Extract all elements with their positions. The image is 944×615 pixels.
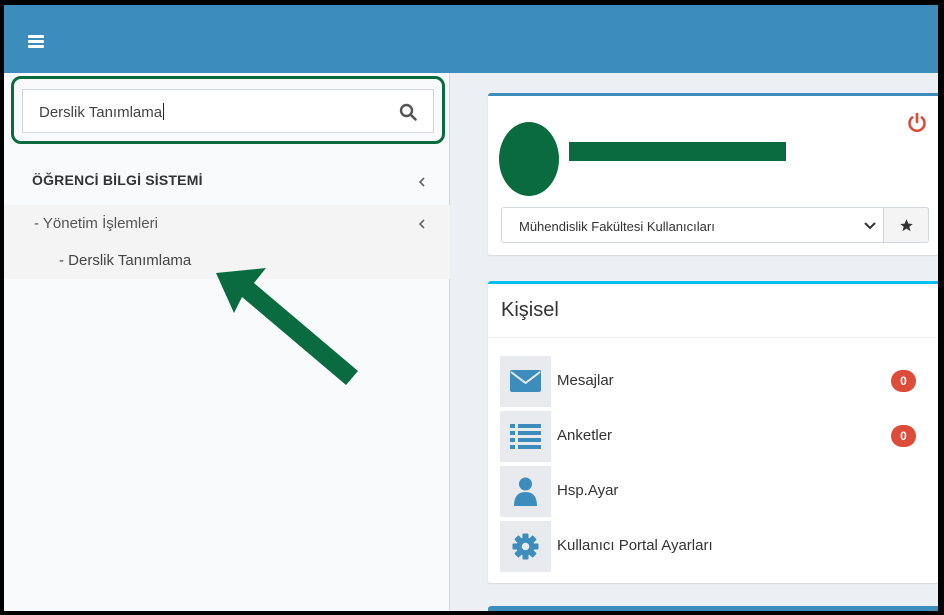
- star-icon: [900, 219, 913, 232]
- chevron-left-icon: [416, 176, 428, 188]
- chevron-down-icon: [864, 222, 876, 230]
- favorite-star-button[interactable]: [883, 207, 929, 243]
- card-divider: [488, 337, 938, 338]
- main-content: Mühendislik Fakültesi Kullanıcıları Kişi…: [450, 73, 938, 611]
- avatar: [499, 122, 559, 196]
- pending-count-badge: 0: [891, 425, 916, 447]
- app-window: Derslik Tanımlama ÖĞRENCİ BİLGİ SİSTEMİ …: [4, 5, 938, 611]
- list-item-label: Kullanıcı Portal Ayarları: [557, 537, 713, 554]
- profile-card: Mühendislik Fakültesi Kullanıcıları: [488, 93, 938, 255]
- pointer-arrow-annotation: [216, 268, 358, 385]
- power-logout-icon[interactable]: [906, 112, 928, 134]
- user-icon: [514, 477, 537, 506]
- list-item-label: Hsp.Ayar: [557, 482, 619, 499]
- personal-card: Kişisel Mesajlar 0 Anketler 0 Hsp.Ayar K…: [488, 281, 938, 583]
- list-item-label: Mesajlar: [557, 372, 614, 389]
- list-item-mesajlar[interactable]: Mesajlar 0: [500, 356, 938, 408]
- sidebar-header-label: ÖĞRENCİ BİLGİ SİSTEMİ: [32, 172, 203, 188]
- chevron-left-icon: [416, 218, 428, 230]
- sidebar-item-ogrenci-bilgi-sistemi[interactable]: ÖĞRENCİ BİLGİ SİSTEMİ: [4, 161, 450, 201]
- gear-icon: [512, 533, 539, 560]
- role-select-value: Mühendislik Fakültesi Kullanıcıları: [519, 219, 715, 234]
- list-item-hsp-ayar[interactable]: Hsp.Ayar: [500, 466, 938, 518]
- redacted-user-name: [569, 142, 786, 161]
- search-input-value: Derslik Tanımlama: [39, 104, 163, 121]
- unread-count-badge: 0: [891, 370, 916, 392]
- list-icon: [510, 424, 541, 449]
- top-navbar: [4, 5, 938, 73]
- next-card-edge: [488, 606, 938, 611]
- role-select[interactable]: Mühendislik Fakültesi Kullanıcıları: [501, 207, 884, 243]
- list-item-kullanici-portal-ayarlari[interactable]: Kullanıcı Portal Ayarları: [500, 521, 938, 573]
- search-highlight-annotation: Derslik Tanımlama: [11, 76, 445, 144]
- list-item-label: Anketler: [557, 427, 613, 444]
- sidebar-item-derslik-tanimlama[interactable]: - Derslik Tanımlama: [59, 252, 191, 269]
- list-item-anketler[interactable]: Anketler 0: [500, 411, 938, 463]
- sidebar-item-yonetim-islemleri[interactable]: - Yönetim İşlemleri: [34, 215, 158, 232]
- envelope-icon: [510, 370, 541, 392]
- search-icon[interactable]: [399, 103, 417, 121]
- hamburger-menu-icon[interactable]: [28, 35, 44, 49]
- menu-search-input[interactable]: Derslik Tanımlama: [22, 89, 434, 133]
- personal-card-title: Kişisel: [501, 299, 559, 321]
